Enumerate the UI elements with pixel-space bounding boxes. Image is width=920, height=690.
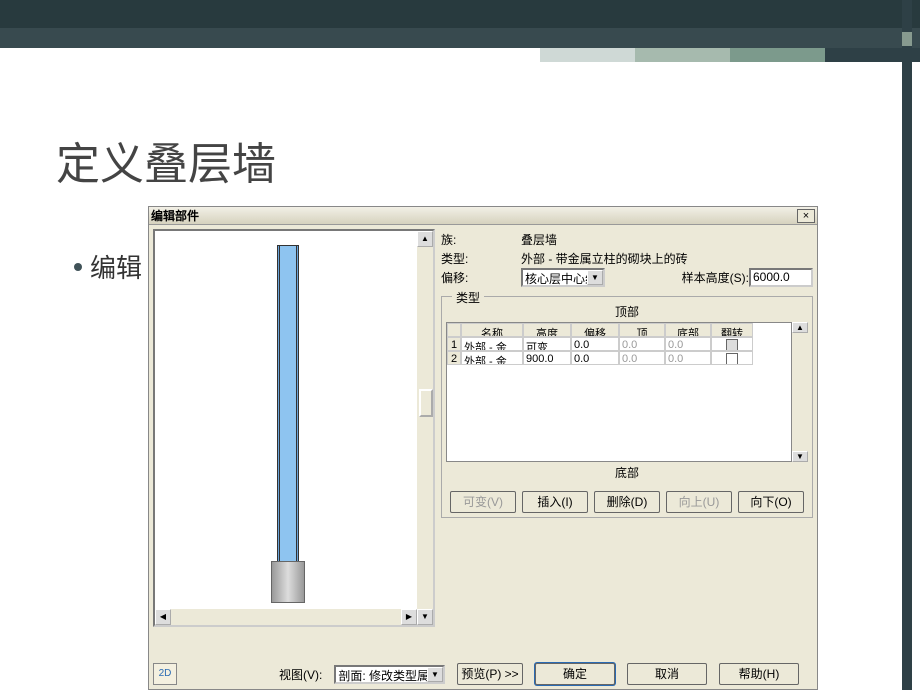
table-row[interactable]: 2 外部 - 金 900.0 0.0 0.0 0.0 [447, 351, 791, 365]
edit-assembly-dialog: 编辑部件 × ▲ ▼ ◀▶ 族:叠层墙 类型:外部 - 带金属立柱的砌块上的砖 … [148, 206, 818, 690]
table-empty-area [447, 365, 791, 461]
preview-button[interactable]: 预览(P) >> [457, 663, 523, 685]
scroll-up-icon[interactable]: ▲ [417, 231, 433, 247]
cell-top[interactable]: 0.0 [619, 337, 665, 351]
dialog-bottom-bar: 2D 视图(V): 剖面: 修改类型属性▼ 预览(P) >> 确定 取消 帮助(… [153, 663, 813, 685]
slide-top-bar [0, 0, 920, 28]
move-down-button[interactable]: 向下(O) [738, 491, 804, 513]
view-label: 视图(V): [279, 666, 322, 683]
layers-table: 名称 高度 偏移 顶 底部 翻转 1 外部 - 金 可变 0.0 0.0 0.0 [446, 322, 792, 462]
dialog-right-panel: 族:叠层墙 类型:外部 - 带金属立柱的砌块上的砖 偏移: 核心层中心线▼ 样本… [441, 229, 813, 518]
insert-button[interactable]: 插入(I) [522, 491, 588, 513]
slide-bullet-row: 编辑 [74, 248, 142, 285]
col-bottom[interactable]: 底部 [665, 323, 711, 337]
close-icon[interactable]: × [797, 209, 815, 223]
cell-flip[interactable] [711, 351, 753, 365]
sample-height-input[interactable]: 6000.0 [749, 268, 813, 287]
preview-grip-icon[interactable] [419, 389, 433, 417]
move-up-button[interactable]: 向上(U) [666, 491, 732, 513]
variable-button[interactable]: 可变(V) [450, 491, 516, 513]
slide-bullet-text: 编辑 [90, 248, 142, 285]
family-value: 叠层墙 [521, 231, 813, 248]
table-row[interactable]: 1 外部 - 金 可变 0.0 0.0 0.0 [447, 337, 791, 351]
family-label: 族: [441, 231, 521, 248]
offset-select[interactable]: 核心层中心线▼ [521, 268, 605, 287]
bottom-label: 底部 [446, 462, 808, 483]
dropdown-arrow-icon[interactable]: ▼ [427, 667, 443, 682]
decor-side-stripe [902, 0, 912, 690]
help-button[interactable]: 帮助(H) [719, 663, 799, 685]
dropdown-arrow-icon[interactable]: ▼ [587, 270, 603, 285]
col-height[interactable]: 高度 [523, 323, 571, 337]
cell-bottom[interactable]: 0.0 [665, 337, 711, 351]
col-offset[interactable]: 偏移 [571, 323, 619, 337]
col-flip[interactable]: 翻转 [711, 323, 753, 337]
decor-band [0, 28, 920, 48]
cell-offset[interactable]: 0.0 [571, 351, 619, 365]
cell-height[interactable]: 900.0 [523, 351, 571, 365]
cancel-button[interactable]: 取消 [627, 663, 707, 685]
cell-flip[interactable] [711, 337, 753, 351]
preview-scrollbar-vertical[interactable]: ▲ ▼ [417, 231, 433, 625]
view-select[interactable]: 剖面: 修改类型属性▼ [334, 665, 445, 684]
wall-preview-pane[interactable]: ▲ ▼ ◀▶ [153, 229, 435, 627]
cell-offset[interactable]: 0.0 [571, 337, 619, 351]
preview-scrollbar-horizontal[interactable]: ◀▶ [155, 609, 417, 625]
fieldset-legend: 类型 [452, 289, 484, 306]
ok-button[interactable]: 确定 [535, 663, 615, 685]
type-fieldset: 类型 顶部 名称 高度 偏移 顶 底部 翻转 1 外部 - 金 可变 0.0 [441, 296, 813, 518]
cell-name[interactable]: 外部 - 金 [461, 351, 523, 365]
wall-base-block [271, 561, 305, 603]
decor-teal-band [540, 48, 920, 62]
bullet-dot-icon [74, 263, 82, 271]
table-header-row: 名称 高度 偏移 顶 底部 翻转 [447, 323, 791, 337]
table-scrollbar-vertical[interactable]: ▲ ▼ [792, 322, 808, 462]
sample-height-label: 样本高度(S): [682, 269, 749, 286]
delete-button[interactable]: 删除(D) [594, 491, 660, 513]
scroll-down-icon[interactable]: ▼ [792, 451, 808, 462]
table-button-row: 可变(V) 插入(I) 删除(D) 向上(U) 向下(O) [446, 491, 808, 513]
dialog-titlebar[interactable]: 编辑部件 × [149, 207, 817, 225]
col-top[interactable]: 顶 [619, 323, 665, 337]
cell-name[interactable]: 外部 - 金 [461, 337, 523, 351]
cell-top[interactable]: 0.0 [619, 351, 665, 365]
view-2d-icon[interactable]: 2D [153, 663, 177, 685]
col-name[interactable]: 名称 [461, 323, 523, 337]
dialog-title: 编辑部件 [151, 207, 199, 224]
type-value: 外部 - 带金属立柱的砌块上的砖 [521, 250, 813, 267]
cell-bottom[interactable]: 0.0 [665, 351, 711, 365]
offset-label: 偏移: [441, 269, 521, 286]
scroll-right-icon[interactable]: ▶ [401, 609, 417, 625]
wall-preview-graphic [277, 245, 299, 603]
scroll-up-icon[interactable]: ▲ [792, 322, 808, 333]
type-label: 类型: [441, 250, 521, 267]
slide-title: 定义叠层墙 [56, 128, 920, 192]
scroll-left-icon[interactable]: ◀ [155, 609, 171, 625]
cell-height[interactable]: 可变 [523, 337, 571, 351]
scroll-down-icon[interactable]: ▼ [417, 609, 433, 625]
top-label: 顶部 [446, 301, 808, 322]
